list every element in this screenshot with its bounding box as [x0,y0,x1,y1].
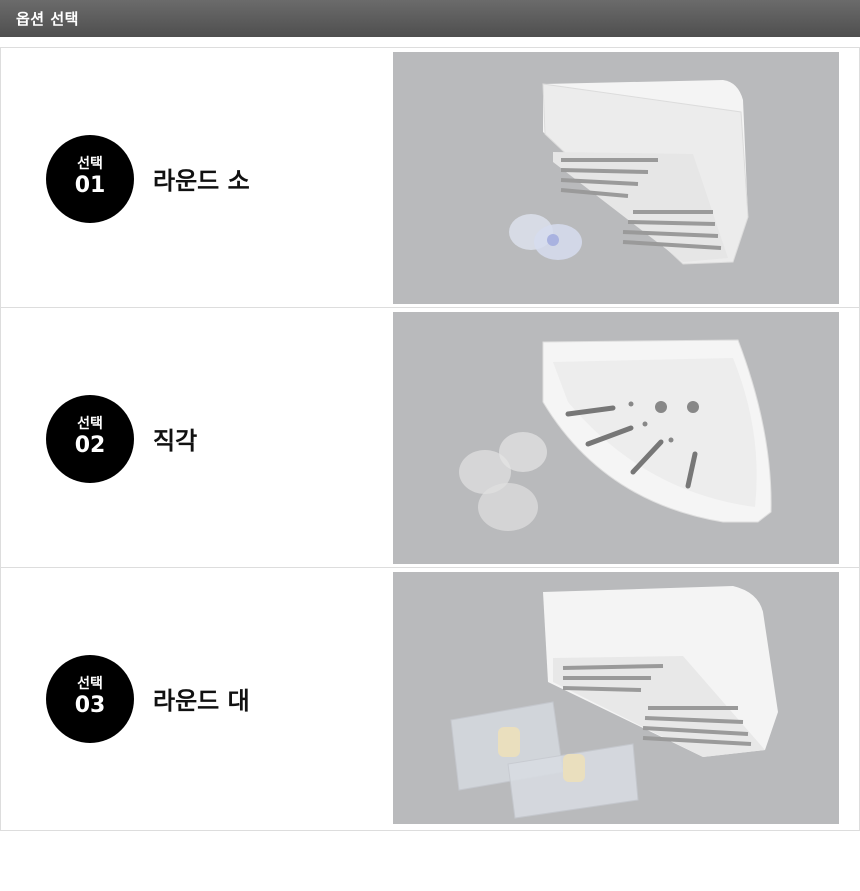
option-row-02[interactable]: 선택 02 직각 [1,308,859,568]
badge-select-text: 선택 [77,676,103,692]
option-badge: 선택 01 [46,135,134,223]
option-row-03[interactable]: 선택 03 라운드 대 [1,568,859,830]
option-name: 라운드 소 [153,167,250,195]
option-name: 직각 [153,427,198,455]
right-angle-corner-shelf-image [393,312,839,564]
option-badge: 선택 02 [46,395,134,483]
round-large-corner-shelf-image [393,572,839,824]
header-title: 옵션 선택 [16,10,79,28]
option-name: 라운드 대 [153,687,250,715]
badge-number: 02 [74,433,106,458]
badge-number: 03 [74,693,106,718]
round-small-corner-shelf-image [393,52,839,304]
badge-number: 01 [74,173,106,198]
option-select-header: 옵션 선택 [0,0,860,37]
option-badge: 선택 03 [46,655,134,743]
option-list: 선택 01 라운드 소 선택 02 직각 선택 03 라운드 대 [0,47,860,831]
badge-select-text: 선택 [77,156,103,172]
option-row-01[interactable]: 선택 01 라운드 소 [1,48,859,308]
badge-select-text: 선택 [77,416,103,432]
